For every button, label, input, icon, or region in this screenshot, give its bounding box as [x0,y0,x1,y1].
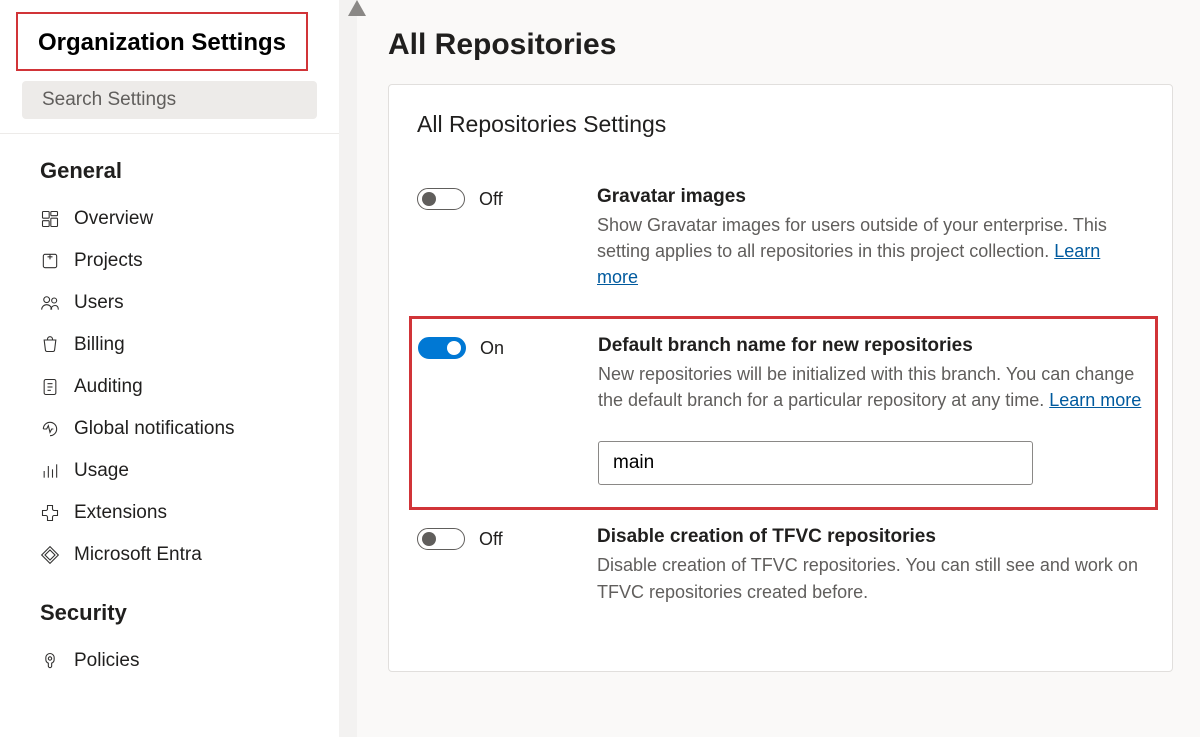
scroll-up-arrow-icon[interactable] [348,0,366,16]
setting-description: Disable creation of TFVC repositories. Y… [597,552,1144,604]
setting-title: Disable creation of TFVC repositories [597,526,1144,548]
section-header-general: General [0,134,339,198]
sidebar-item-label: Auditing [74,376,143,398]
scrollbar-track[interactable] [339,0,357,737]
setting-row-default-branch: On Default branch name for new repositor… [418,335,1143,485]
sidebar-item-auditing[interactable]: Auditing [0,366,339,408]
setting-title: Default branch name for new repositories [598,335,1143,357]
sidebar-item-billing[interactable]: Billing [0,324,339,366]
sidebar-item-label: Projects [74,250,143,272]
sidebar-title-highlight: Organization Settings [16,12,308,71]
sidebar-item-overview[interactable]: Overview [0,198,339,240]
billing-icon [40,335,60,355]
sidebar-item-usage[interactable]: Usage [0,450,339,492]
sidebar-item-projects[interactable]: Projects [0,240,339,282]
sidebar-item-label: Billing [74,334,125,356]
setting-row-disable-tfvc: Off Disable creation of TFVC repositorie… [417,510,1144,630]
toggle-disable-tfvc[interactable] [417,528,465,550]
sidebar-item-users[interactable]: Users [0,282,339,324]
setting-description: Show Gravatar images for users outside o… [597,212,1144,290]
setting-description: New repositories will be initialized wit… [598,361,1143,413]
entra-icon [40,545,60,565]
page-title: All Repositories [388,28,1200,62]
card-title: All Repositories Settings [417,111,1144,138]
toggle-label: Off [479,529,503,550]
section-header-security: Security [0,576,339,640]
sidebar-item-entra[interactable]: Microsoft Entra [0,534,339,576]
toggle-gravatar[interactable] [417,188,465,210]
main-content: All Repositories All Repositories Settin… [340,0,1200,737]
sidebar-item-label: Users [74,292,124,314]
notifications-icon [40,419,60,439]
sidebar-item-label: Global notifications [74,418,235,440]
policies-icon [40,651,60,671]
sidebar-item-policies[interactable]: Policies [0,640,339,682]
sidebar-item-label: Microsoft Entra [74,544,202,566]
sidebar-item-extensions[interactable]: Extensions [0,492,339,534]
sidebar-title: Organization Settings [18,14,306,69]
toggle-label: Off [479,189,503,210]
search-box[interactable] [22,81,317,119]
toggle-label: On [480,338,504,359]
highlight-default-branch: On Default branch name for new repositor… [409,316,1158,510]
dashboard-icon [40,209,60,229]
nav-list-security: Policies [0,640,339,682]
default-branch-input[interactable] [598,441,1033,485]
projects-icon [40,251,60,271]
sidebar-item-global-notifications[interactable]: Global notifications [0,408,339,450]
nav-list-general: Overview Projects Users Billing [0,198,339,576]
sidebar-item-label: Overview [74,208,153,230]
users-icon [40,293,60,313]
sidebar: Organization Settings General Overview [0,0,340,737]
setting-title: Gravatar images [597,186,1144,208]
auditing-icon [40,377,60,397]
sidebar-item-label: Usage [74,460,129,482]
settings-card: All Repositories Settings Off Gravatar i… [388,84,1173,672]
sidebar-item-label: Policies [74,650,139,672]
setting-row-gravatar: Off Gravatar images Show Gravatar images… [417,170,1144,316]
extensions-icon [40,503,60,523]
toggle-default-branch[interactable] [418,337,466,359]
search-input[interactable] [42,89,307,111]
learn-more-link[interactable]: Learn more [1049,390,1141,410]
usage-icon [40,461,60,481]
sidebar-item-label: Extensions [74,502,167,524]
